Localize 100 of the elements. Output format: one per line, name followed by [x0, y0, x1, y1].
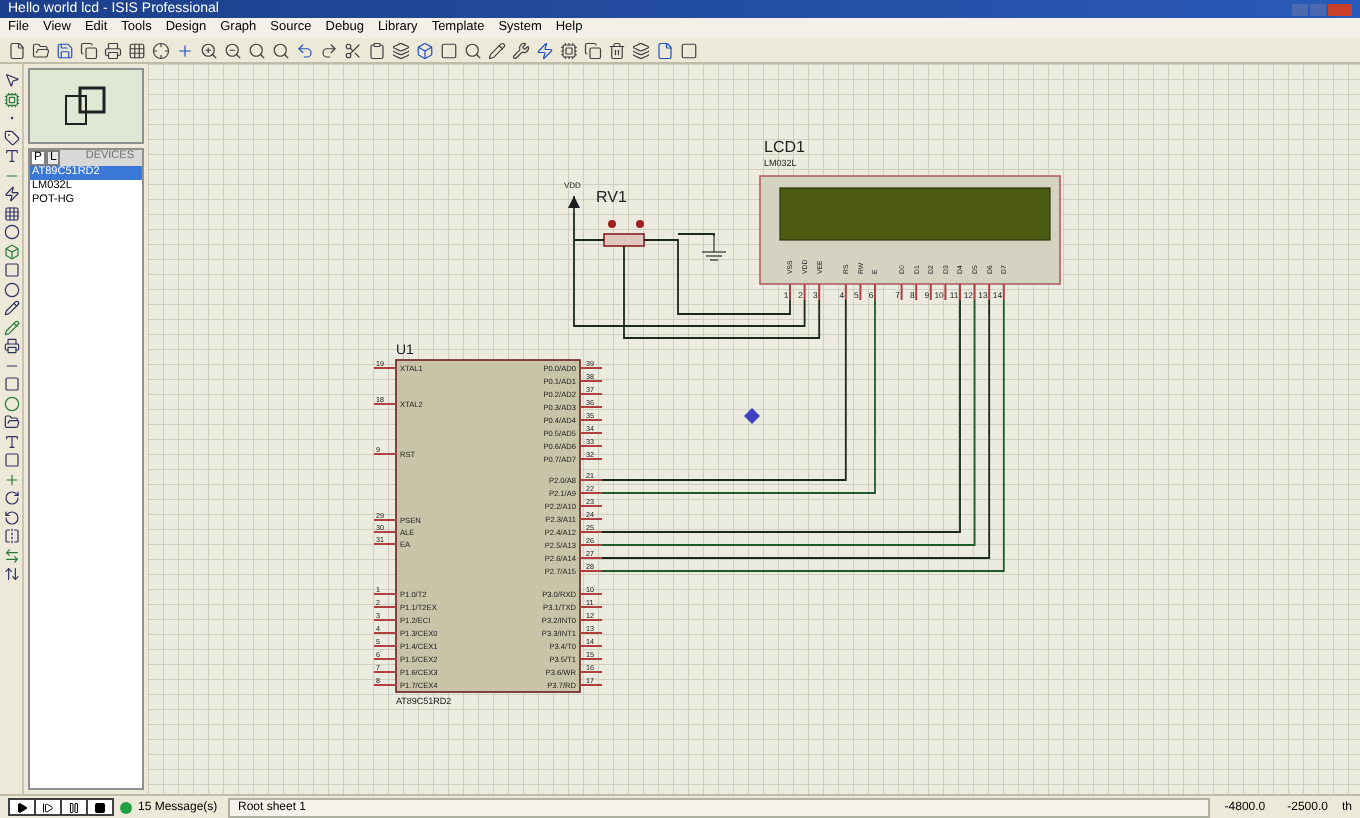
folder-icon[interactable]	[3, 414, 19, 430]
pin-line	[579, 645, 603, 647]
pin-line	[373, 453, 397, 455]
save-icon[interactable]	[56, 41, 74, 59]
block-icon[interactable]	[416, 41, 434, 59]
pin-line	[1002, 283, 1005, 301]
pin-line	[988, 283, 991, 301]
chip-icon[interactable]	[560, 41, 578, 59]
pin-line	[579, 557, 603, 559]
pin-dot	[608, 220, 616, 228]
pin-line	[944, 283, 947, 301]
pin-line	[874, 283, 876, 301]
printer-icon[interactable]	[3, 338, 19, 354]
pin-line	[859, 283, 862, 301]
pin-line	[929, 283, 932, 301]
pointer-icon[interactable]	[3, 72, 19, 88]
circle-icon[interactable]	[3, 395, 19, 411]
pin-line	[373, 684, 397, 686]
lightning-icon[interactable]	[536, 41, 554, 59]
lightning-icon[interactable]	[3, 186, 19, 202]
pin-line	[900, 283, 903, 301]
sheet-overview-drawing	[64, 86, 108, 126]
tag-icon[interactable]	[3, 129, 19, 145]
pin-line	[579, 380, 603, 382]
circle-icon[interactable]	[3, 281, 19, 297]
pin-line	[579, 606, 603, 608]
potentiometer[interactable]	[603, 233, 645, 247]
square-icon[interactable]	[440, 41, 458, 59]
rotate-anticlockwise-icon[interactable]	[3, 509, 19, 525]
overview-panel[interactable]	[28, 68, 144, 144]
pin-line	[579, 367, 603, 369]
play-icon	[16, 801, 28, 813]
search-icon[interactable]	[248, 41, 266, 59]
trash-icon[interactable]	[608, 41, 626, 59]
paste-icon[interactable]	[368, 41, 386, 59]
undo-icon[interactable]	[296, 41, 314, 59]
pin-line	[373, 403, 397, 405]
pencil-icon[interactable]	[3, 300, 19, 316]
copy-icon[interactable]	[80, 41, 98, 59]
search-icon[interactable]	[464, 41, 482, 59]
pin-line	[579, 492, 603, 494]
chip-icon[interactable]	[3, 91, 19, 107]
grid-icon[interactable]	[3, 205, 19, 221]
pin-line	[373, 593, 397, 595]
pause-icon	[68, 801, 80, 813]
pin-line	[959, 283, 961, 301]
square-icon[interactable]	[680, 41, 698, 59]
zoom-out-icon[interactable]	[224, 41, 242, 59]
pin-line	[579, 593, 603, 595]
block-icon[interactable]	[3, 243, 19, 259]
grid-icon[interactable]	[128, 41, 146, 59]
pencil-icon[interactable]	[488, 41, 506, 59]
step-icon	[42, 801, 54, 813]
pin-line	[579, 458, 603, 460]
vertical-arrows-icon[interactable]	[3, 566, 19, 582]
pin-line	[579, 658, 603, 660]
pin-line	[373, 519, 397, 521]
wrench-icon[interactable]	[512, 41, 530, 59]
pin-line	[373, 543, 397, 545]
vdd-terminal[interactable]	[568, 195, 580, 213]
zoom-in-icon[interactable]	[200, 41, 218, 59]
file-icon[interactable]	[656, 41, 674, 59]
pin-line	[579, 619, 603, 621]
pin-line	[579, 432, 603, 434]
text-icon[interactable]	[3, 433, 19, 449]
pencil-icon[interactable]	[3, 319, 19, 335]
circle-icon[interactable]	[3, 224, 19, 240]
pin-line	[844, 283, 847, 301]
text-icon[interactable]	[3, 148, 19, 164]
pin-line	[579, 570, 603, 572]
new-file-icon[interactable]	[8, 41, 26, 59]
cut-icon[interactable]	[344, 41, 362, 59]
pin-line	[373, 606, 397, 608]
redo-icon[interactable]	[320, 41, 338, 59]
pin-line	[915, 283, 918, 301]
rotate-clockwise-icon[interactable]	[3, 490, 19, 506]
pin-line	[579, 393, 603, 395]
component-reference: LCD1	[764, 138, 805, 156]
pin-line	[579, 518, 603, 520]
search-icon[interactable]	[272, 41, 290, 59]
layers-icon[interactable]	[632, 41, 650, 59]
open-folder-icon[interactable]	[32, 41, 50, 59]
pin-line	[579, 671, 603, 673]
pin-line	[579, 632, 603, 634]
pin-line	[373, 619, 397, 621]
layers-icon[interactable]	[392, 41, 410, 59]
ground-symbol	[701, 235, 727, 261]
chip-body[interactable]	[395, 359, 581, 693]
horizontal-arrows-icon[interactable]	[3, 547, 19, 563]
pin-dot	[636, 220, 644, 228]
schematic-canvas[interactable]	[148, 64, 1360, 794]
copy-icon[interactable]	[584, 41, 602, 59]
pin-line	[579, 684, 603, 686]
plus-icon[interactable]	[176, 41, 194, 59]
pin-line	[579, 419, 603, 421]
pin-line	[973, 283, 976, 301]
print-icon[interactable]	[104, 41, 122, 59]
crosshair-icon[interactable]	[152, 41, 170, 59]
pin-line	[818, 283, 821, 301]
square-icon[interactable]	[3, 376, 19, 392]
